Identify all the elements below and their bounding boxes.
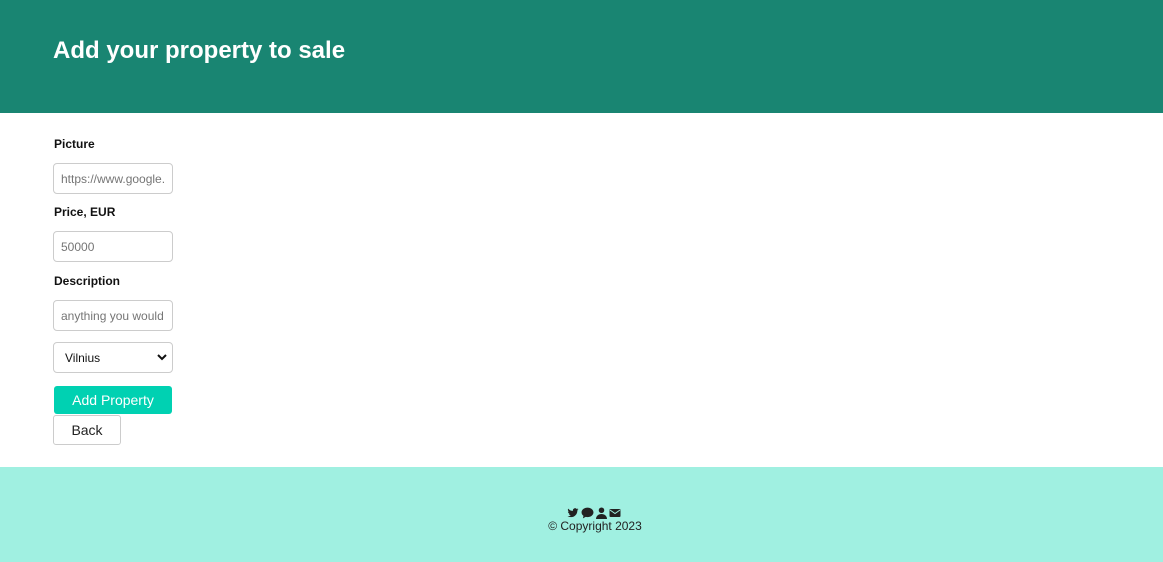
price-label: Price, EUR: [54, 205, 116, 219]
page-footer: © Copyright 2023: [0, 467, 1163, 562]
chat-bubble-icon[interactable]: [581, 506, 594, 518]
picture-url-input[interactable]: [53, 163, 173, 194]
social-icons: [567, 505, 621, 519]
add-property-button[interactable]: Add Property: [54, 386, 172, 414]
back-button[interactable]: Back: [53, 415, 121, 445]
envelope-icon[interactable]: [609, 506, 621, 518]
city-select-value: Vilnius: [65, 351, 101, 365]
description-label: Description: [54, 274, 121, 288]
picture-label: Picture: [54, 137, 95, 151]
user-icon[interactable]: [596, 506, 607, 519]
price-input[interactable]: [53, 231, 173, 262]
copyright-text: © Copyright 2023: [548, 519, 642, 533]
twitter-icon[interactable]: [567, 506, 579, 518]
description-input[interactable]: [53, 300, 173, 331]
page-header: Add your property to sale: [0, 0, 1163, 113]
chevron-down-icon: [157, 354, 167, 361]
page-title: Add your property to sale: [53, 37, 346, 64]
city-select[interactable]: Vilnius: [53, 342, 173, 373]
